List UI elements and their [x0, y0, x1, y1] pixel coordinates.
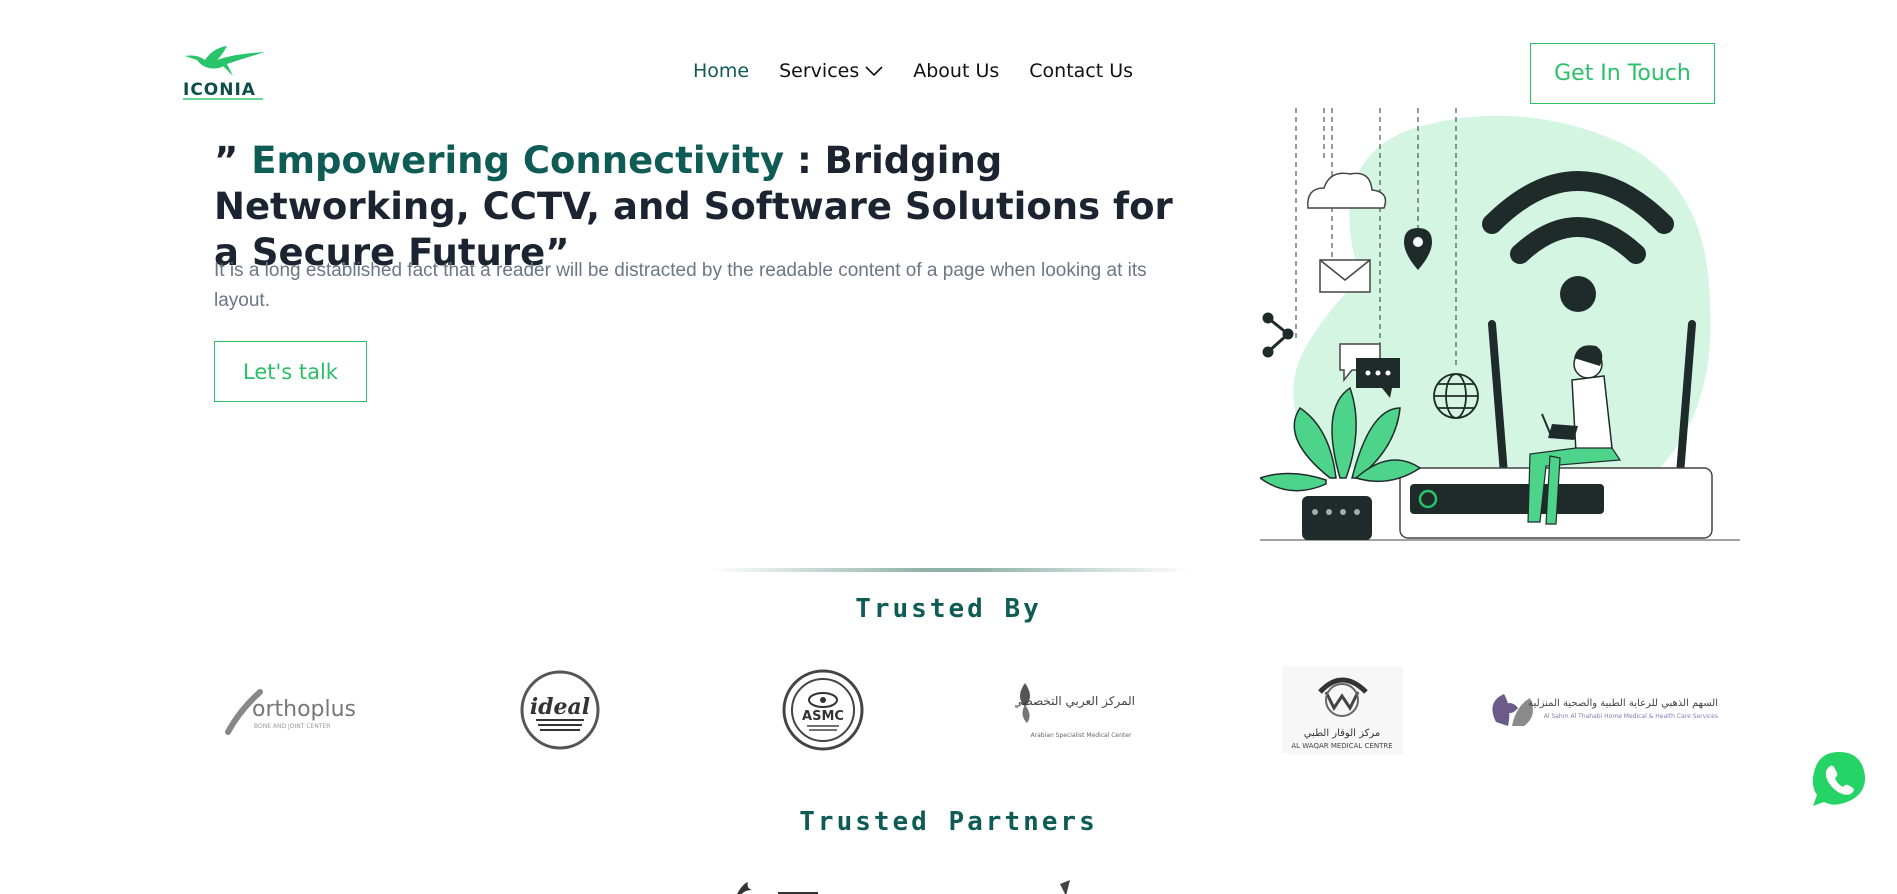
mail-icon [1319, 259, 1371, 293]
trusted-by-title: Trusted By [855, 594, 1042, 624]
client-logo-al-waqar: مركز الوقار الطبي AL WAQAR MEDICAL CENTR… [1280, 660, 1405, 760]
logo-tagline [183, 98, 263, 100]
networking-illustration [1260, 108, 1740, 541]
hero-title-accent: Empowering Connectivity [251, 139, 785, 182]
section-divider [710, 568, 1190, 572]
partner-logos-peek [737, 880, 1070, 894]
orthoplus-text: orthoplus [252, 697, 356, 722]
al-waqar-text: مركز الوقار الطبي [1304, 728, 1381, 739]
hummingbird-logo-icon [185, 46, 265, 76]
trusted-logos: orthoplus BONE AND JOINT CENTER ideal AS… [200, 660, 1740, 760]
client-logo-arabian-specialist: المركز العربي التخصصي الطبي Arabian Spec… [1015, 660, 1145, 760]
trusted-partners-title: Trusted Partners [799, 807, 1098, 837]
share-icon [1262, 312, 1294, 358]
nav-services[interactable]: Services [779, 60, 883, 82]
nav-about[interactable]: About Us [913, 60, 999, 82]
client-logo-ideal: ideal [515, 660, 605, 760]
arabian-specialist-text: المركز العربي التخصصي الطبي [1015, 694, 1135, 709]
hero-quote-open: ” [214, 139, 252, 182]
client-logo-asmc: ASMC [778, 660, 868, 760]
chevron-down-icon [865, 66, 883, 77]
al-sahm-sub: Al Sahm Al Thahabi Home Medical & Health… [1544, 713, 1718, 720]
nav-services-label: Services [779, 60, 860, 82]
lets-talk-button[interactable]: Let's talk [214, 341, 367, 402]
hero-subtitle: It is a long established fact that a rea… [214, 260, 1147, 311]
client-logo-al-sahm: السهم الذهبي للرعاية الطبية والصحية المن… [1482, 660, 1726, 760]
get-in-touch-button[interactable]: Get In Touch [1530, 43, 1715, 104]
ideal-text: ideal [530, 694, 590, 720]
whatsapp-icon[interactable] [1810, 750, 1868, 808]
asmc-text: ASMC [802, 709, 844, 724]
al-waqar-sub: AL WAQAR MEDICAL CENTRE [1291, 742, 1392, 750]
nav-contact[interactable]: Contact Us [1029, 60, 1133, 82]
brand-logo[interactable]: ICONIA [183, 46, 267, 102]
al-sahm-text: السهم الذهبي للرعاية الطبية والصحية المن… [1528, 698, 1718, 709]
orthoplus-sub: BONE AND JOINT CENTER [254, 723, 330, 730]
arabian-specialist-sub: Arabian Specialist Medical Center [1031, 732, 1132, 739]
logo-text: ICONIA [183, 80, 256, 100]
plant-decoration [1260, 386, 1422, 540]
main-nav: Home Services About Us Contact Us [693, 60, 1133, 82]
client-logo-orthoplus: orthoplus BONE AND JOINT CENTER [220, 660, 370, 760]
nav-home[interactable]: Home [693, 60, 749, 82]
